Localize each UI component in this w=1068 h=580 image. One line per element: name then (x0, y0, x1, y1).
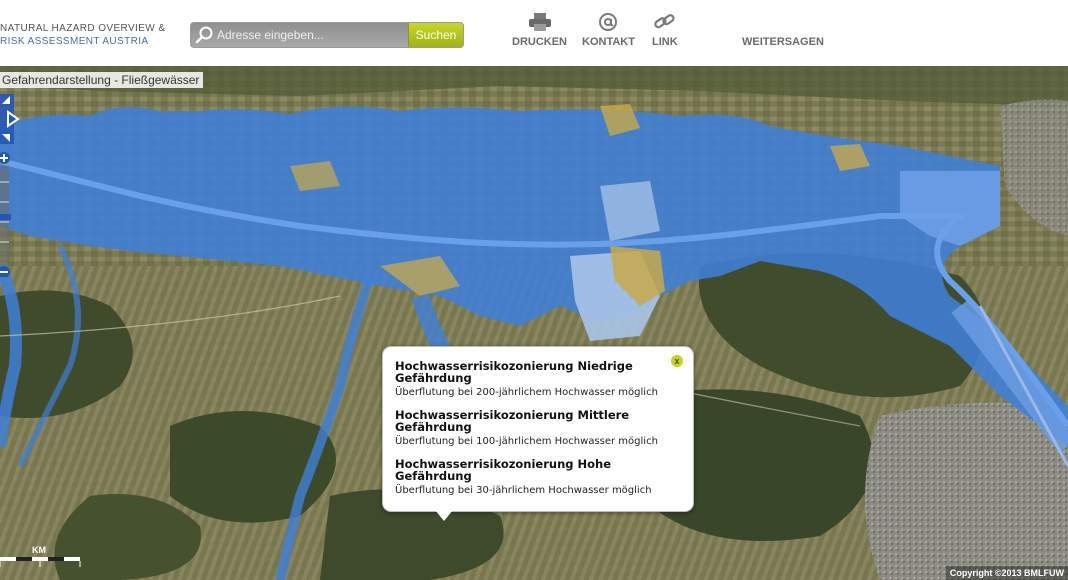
logo-line-1: NATURAL HAZARD OVERVIEW & (0, 23, 166, 34)
popup-pointer (435, 510, 453, 521)
popup-close-button[interactable]: x (671, 355, 683, 367)
entry-title: Hochwasserrisikozonierung Hohe Gefährdun… (395, 457, 612, 483)
popup-entry-low: Hochwasserrisikozonierung Niedrige Gefäh… (395, 360, 665, 398)
address-input[interactable] (217, 26, 397, 43)
entry-description: Überflutung bei 100-jährlichem Hochwasse… (395, 436, 658, 447)
entry-description: Überflutung bei 200-jährlichem Hochwasse… (395, 387, 658, 398)
popup-entry-medium: Hochwasserrisikozonierung Mittlere Gefäh… (395, 409, 665, 447)
address-search: Suchen (190, 22, 464, 48)
print-button[interactable]: DRUCKEN (512, 12, 567, 48)
search-button[interactable]: Suchen (408, 23, 463, 47)
share-button[interactable]: WEITERSAGEN (742, 36, 824, 48)
layer-title: Gefahrendarstellung - Fließgewässer (0, 72, 204, 88)
app-header: NATURAL HAZARD OVERVIEW & RISK ASSESSMEN… (0, 0, 1068, 67)
info-popup: x Hochwasserrisikozonierung Niedrige Gef… (382, 346, 694, 521)
at-sign-icon (599, 13, 618, 31)
search-icon (195, 26, 213, 44)
printer-icon (528, 13, 551, 31)
link-button[interactable]: LINK (652, 12, 678, 48)
link-label: LINK (652, 36, 678, 48)
scale-bar: KM (0, 543, 90, 573)
share-label: WEITERSAGEN (742, 36, 824, 48)
entry-title: Hochwasserrisikozonierung Niedrige Gefäh… (395, 359, 633, 385)
contact-button[interactable]: KONTAKT (582, 12, 635, 48)
popup-entries: Hochwasserrisikozonierung Niedrige Gefäh… (395, 360, 665, 507)
popup-entry-high: Hochwasserrisikozonierung Hohe Gefährdun… (395, 458, 665, 496)
entry-description: Überflutung bei 30-jährlichem Hochwasser… (395, 485, 652, 496)
zoom-slider[interactable] (0, 152, 12, 277)
contact-label: KONTAKT (582, 36, 635, 48)
copyright-notice: Copyright ©2013 BMLFUW (945, 566, 1068, 580)
hazard-map[interactable]: Gefahrendarstellung - Fließgewässer x Ho… (0, 66, 1068, 580)
scale-ruler (0, 557, 81, 567)
site-logo[interactable]: NATURAL HAZARD OVERVIEW & RISK ASSESSMEN… (0, 22, 165, 48)
print-label: DRUCKEN (512, 36, 567, 48)
logo-line-2: RISK ASSESSMENT AUSTRIA (0, 36, 149, 47)
chain-link-icon (654, 14, 675, 29)
entry-title: Hochwasserrisikozonierung Mittlere Gefäh… (395, 408, 630, 434)
